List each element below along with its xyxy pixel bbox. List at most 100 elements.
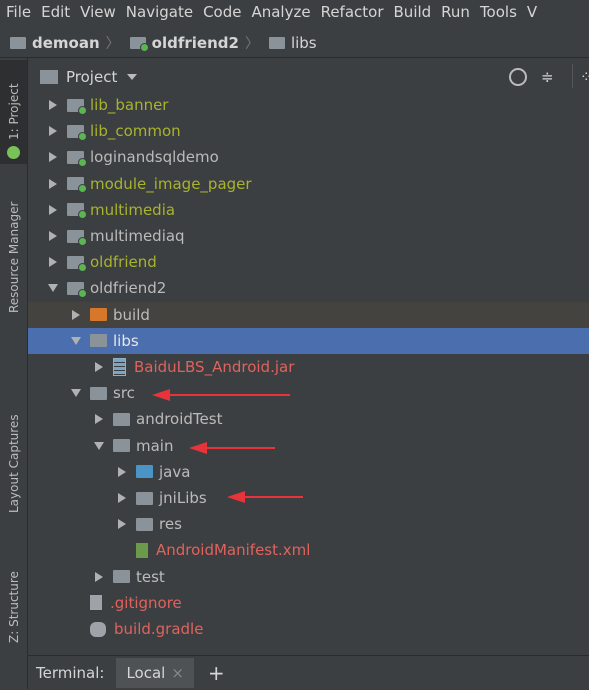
terminal-bar: Terminal: Local × + [28,655,589,690]
folder-icon [136,517,153,531]
tree-row[interactable]: multimedia [28,197,589,223]
module-folder-icon [67,229,87,246]
tree-row[interactable]: libs [28,327,589,354]
menu-item[interactable]: Refactor [321,3,384,21]
expand-arrow-right-icon[interactable] [93,413,105,425]
breadcrumb-item[interactable]: demoan [10,34,100,52]
breadcrumb-item[interactable]: libs [268,34,317,52]
expand-arrow-right-icon[interactable] [47,125,59,137]
add-tab-button[interactable]: + [208,661,225,685]
tree-label: java [159,462,191,481]
settings-icon[interactable]: ⁘ [580,68,589,86]
tab-local[interactable]: Local × [116,658,194,688]
folder-icon [113,412,130,426]
tab-structure[interactable]: Z: Structure [0,563,27,668]
expand-arrow-right-icon[interactable] [116,492,128,504]
expand-arrow-down-icon[interactable] [93,440,105,452]
menu-item[interactable]: File [6,3,31,21]
expand-arrow-right-icon[interactable] [47,99,59,111]
tree-row[interactable]: build [28,301,589,328]
tree-row[interactable]: lib_common [28,118,589,144]
chevron-down-icon[interactable] [127,74,138,80]
tree-row[interactable]: .gitignore [28,590,589,616]
jar-icon [113,358,126,376]
tree-row[interactable]: module_image_pager [28,171,589,197]
tree-row[interactable]: java [28,459,589,485]
tree-row[interactable]: AndroidManifest.xml [28,537,589,563]
expand-arrow-right-icon[interactable] [116,466,128,478]
tree-label: loginandsqldemo [90,148,219,167]
tree-label: oldfriend [90,253,157,272]
expand-arrow-right-icon[interactable] [47,151,59,163]
expand-arrow-right-icon[interactable] [47,204,59,216]
tree-label: jniLibs [159,489,207,507]
tab-resource-manager[interactable]: Resource Manager [0,188,27,338]
menu-item[interactable]: Run [441,3,470,21]
menu-item[interactable]: View [80,3,116,21]
tab-project[interactable]: 1: Project [0,60,27,164]
tree-row[interactable]: lib_banner [28,92,589,118]
tree-label: res [159,515,182,534]
module-folder-icon [67,124,87,141]
tree-label: libs [113,331,139,350]
folder-icon [113,570,130,584]
tree-label: main [136,436,174,455]
tab-layout-captures[interactable]: Layout Captures [0,408,27,538]
collapse-all-icon[interactable]: ≑ [541,68,554,86]
chevron-right-icon: 〉 [105,36,120,52]
menu-item[interactable]: Tools [480,3,517,21]
tree-row[interactable]: multimediaq [28,223,589,249]
module-folder-icon [67,255,87,272]
menu-item[interactable]: Code [203,3,241,21]
tree-row[interactable]: res [28,511,589,537]
chevron-right-icon: 〉 [244,36,259,52]
expand-arrow-down-icon[interactable] [70,335,82,347]
folder-icon [90,386,107,400]
expand-arrow-right-icon[interactable] [47,178,59,190]
menu-item[interactable]: Navigate [126,3,193,21]
tree-row[interactable]: src [28,380,589,406]
close-icon[interactable]: × [171,664,184,682]
tree-row[interactable]: main [28,433,589,459]
expand-arrow-right-icon[interactable] [47,256,59,268]
tree-label: BaiduLBS_Android.jar [134,358,295,376]
tree-row[interactable]: loginandsqldemo [28,144,589,170]
expand-arrow-right-icon[interactable] [47,230,59,242]
tree-row[interactable]: oldfriend [28,249,589,275]
menu-item[interactable]: Build [394,3,432,21]
tree-label: multimediaq [90,227,185,245]
breadcrumb-item[interactable]: oldfriend2 [129,34,239,52]
expand-arrow-right-icon[interactable] [93,361,105,373]
folder-icon [113,439,130,453]
divider [572,64,573,88]
expand-arrow-right-icon[interactable] [93,571,105,583]
tree-row[interactable]: jniLibs [28,485,589,511]
gradle-icon [90,621,106,637]
expand-arrow-right-icon[interactable] [116,518,128,530]
tree-row[interactable]: BaiduLBS_Android.jar [28,354,589,380]
tree-label: lib_banner [90,96,169,114]
tree-label: lib_common [90,122,181,141]
tree-label: build.gradle [114,620,204,638]
expand-arrow-down-icon[interactable] [47,282,59,294]
folder-icon [90,334,107,348]
menu-item[interactable]: Analyze [251,3,310,21]
locate-icon[interactable] [509,68,527,86]
project-tree: lib_banner lib_common loginandsqldemo modul… [28,92,589,654]
tree-row[interactable]: oldfriend2 [28,275,589,301]
module-folder-icon [67,281,87,298]
tree-row[interactable]: androidTest [28,406,589,432]
menu-item[interactable]: V [527,3,537,21]
android-icon [7,146,20,159]
menu-item[interactable]: Edit [41,3,70,21]
tree-row[interactable]: test [28,564,589,590]
expand-arrow-right-icon[interactable] [70,309,82,321]
tree-label: test [136,567,165,586]
breadcrumb: demoan 〉 oldfriend2 〉 libs [0,29,589,58]
project-view-selector[interactable]: Project [66,68,117,86]
tree-row[interactable]: build.gradle [28,616,589,642]
expand-arrow-down-icon[interactable] [70,387,82,399]
tree-label: module_image_pager [90,174,252,193]
